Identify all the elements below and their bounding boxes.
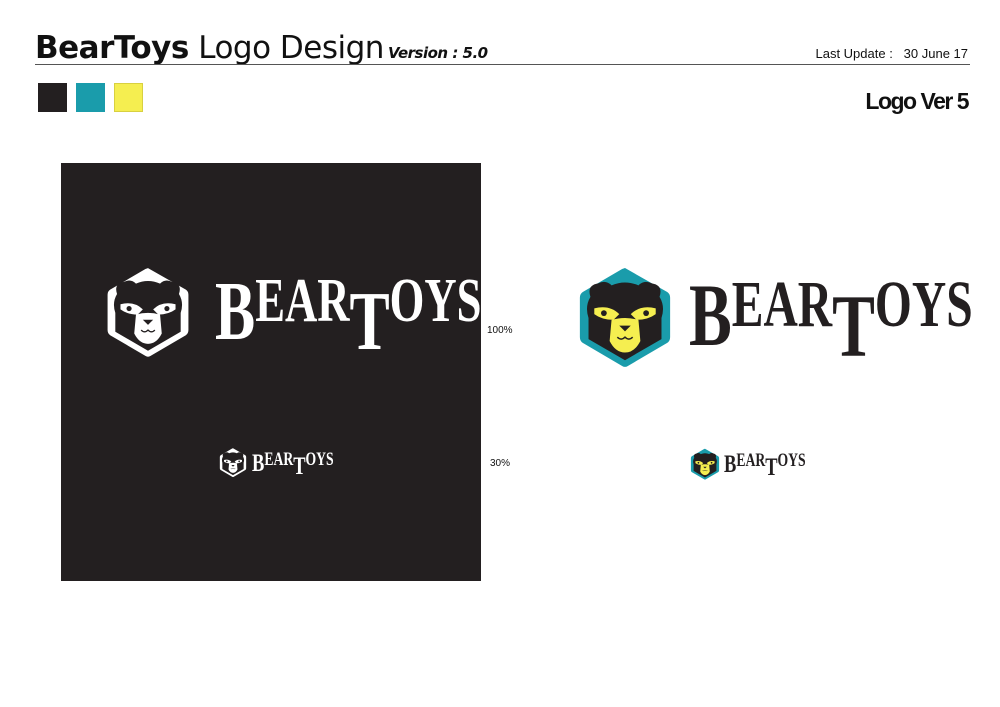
- logo-color-full: B EAR T OYS: [577, 263, 1000, 377]
- swatch-black: [38, 83, 67, 112]
- bear-hexagon-icon: [577, 263, 673, 371]
- dark-background-panel: [61, 163, 481, 581]
- last-update: Last Update : 30 June 17: [815, 46, 968, 61]
- wordmark: B EAR T OYS: [689, 267, 973, 377]
- section-label: Logo Ver 5: [865, 88, 969, 114]
- wordmark: B EAR T OYS: [252, 447, 334, 480]
- bear-hexagon-icon: [105, 263, 191, 361]
- swatch-teal: [76, 83, 105, 112]
- wordmark: B EAR T OYS: [724, 449, 806, 482]
- logo-white-small: B EAR T OYS: [219, 447, 365, 478]
- header-rule: [35, 64, 970, 65]
- bear-hexagon-icon: [690, 447, 720, 481]
- swatch-yellow: [114, 83, 143, 112]
- wordmark: B EAR T OYS: [215, 265, 482, 369]
- version-label: Version : 5.0: [387, 44, 488, 62]
- bear-hexagon-icon: [219, 447, 247, 478]
- page-title: BearToys Logo Design Version : 5.0: [35, 30, 488, 66]
- logo-white-full: B EAR T OYS: [105, 263, 585, 369]
- logo-color-small: B EAR T OYS: [690, 447, 837, 481]
- scale-label-30: 30%: [490, 458, 511, 469]
